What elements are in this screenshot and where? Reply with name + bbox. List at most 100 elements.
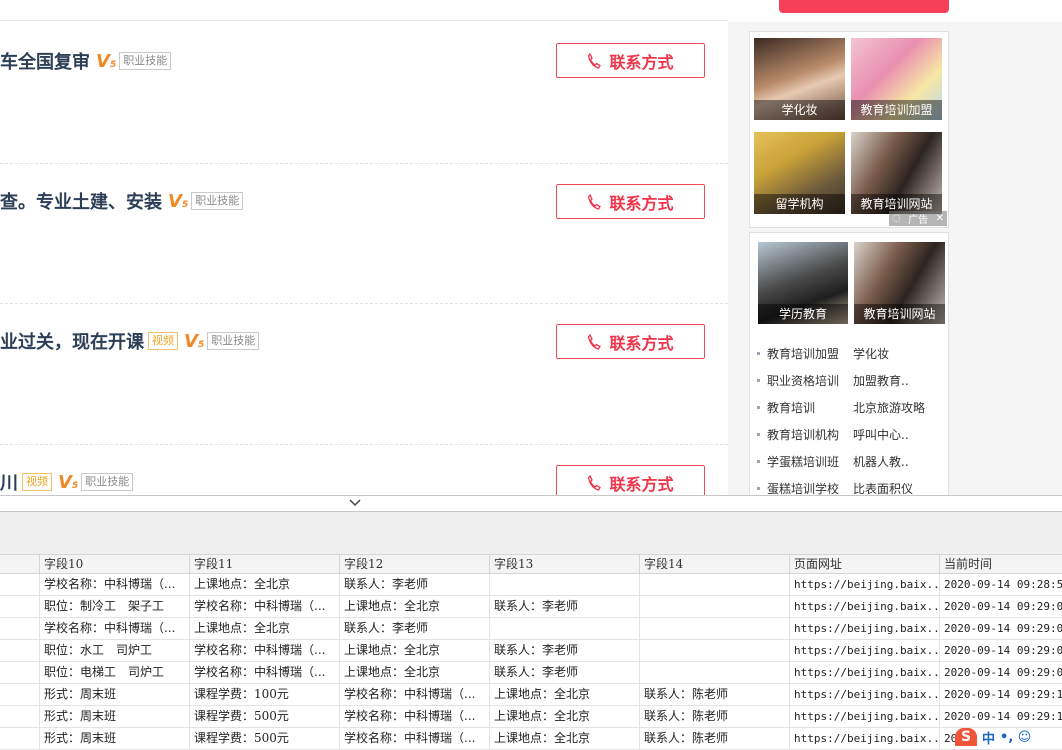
table-row[interactable]: 职位：电梯工 司炉工 学校名称：中科博瑞（... 上课地点：全北京 联系人：李老师 ht… (0, 662, 1062, 684)
table-cell[interactable] (489, 574, 640, 595)
table-cell[interactable]: 课程学费：100元 (189, 684, 340, 705)
sidebar-link[interactable]: 北京旅游攻略 (853, 399, 925, 416)
table-cell[interactable] (639, 574, 790, 595)
chevron-down-icon[interactable] (349, 499, 361, 507)
tray-icons[interactable]: •, ☺ (1000, 730, 1031, 745)
table-cell[interactable]: 2020-09-14 09:29:07. (939, 662, 1062, 683)
column-header[interactable]: 字段10 (39, 555, 190, 573)
table-row[interactable]: 职位：制冷工 架子工 学校名称：中科博瑞（... 上课地点：全北京 联系人：李老师 ht… (0, 596, 1062, 618)
table-cell[interactable]: 学校名称：中科博瑞（... (339, 706, 490, 727)
table-cell[interactable]: 联系人：李老师 (339, 574, 490, 595)
table-cell[interactable]: https://beijing.baix... (789, 574, 940, 595)
table-cell[interactable]: 联系人：陈老师 (639, 684, 790, 705)
listing-title[interactable]: 车全国复审 V5 职业技能 (0, 48, 172, 74)
sidebar-link[interactable]: 学化妆 (853, 345, 889, 362)
table-cell[interactable] (639, 596, 790, 617)
table-row[interactable]: 形式：周末班 课程学费：500元 学校名称：中科博瑞（... 上课地点：全北京 联系人：… (0, 706, 1062, 728)
table-cell[interactable]: 上课地点：全北京 (339, 662, 490, 683)
table-cell[interactable]: https://beijing.baix... (789, 640, 940, 661)
table-cell[interactable]: https://beijing.baix... (789, 662, 940, 683)
listing-title-text[interactable]: 川 (0, 469, 18, 495)
sidebar-link[interactable]: 蛋糕培训学校 (767, 480, 853, 495)
contact-button[interactable]: 联系方式 (556, 43, 705, 78)
column-header[interactable]: 字段14 (639, 555, 790, 573)
table-cell[interactable]: 职位：制冷工 架子工 (39, 596, 190, 617)
table-cell[interactable]: 2020-09-14 09:29:04. (939, 640, 1062, 661)
listing-title-text[interactable]: 车全国复审 (0, 48, 90, 74)
ime-lang-label[interactable]: 中 (982, 728, 995, 747)
sidebar-link[interactable]: 加盟教育.. (853, 372, 909, 389)
table-cell[interactable]: https://beijing.baix... (789, 596, 940, 617)
table-cell[interactable]: 学校名称：中科博瑞（... (339, 684, 490, 705)
close-icon[interactable]: ✕ (936, 213, 944, 224)
table-cell[interactable]: 联系人：李老师 (489, 662, 640, 683)
listing-title[interactable]: 川 视频 V5 职业技能 (0, 469, 134, 495)
table-cell[interactable] (639, 662, 790, 683)
table-cell[interactable]: 形式：周末班 (39, 706, 190, 727)
table-cell[interactable]: https://beijing.baix... (789, 706, 940, 727)
column-header[interactable]: 页面网址 (789, 555, 940, 573)
ime-icon[interactable]: S (955, 728, 977, 746)
table-row[interactable]: 学校名称：中科博瑞（... 上课地点：全北京 联系人：李老师 https://beij… (0, 574, 1062, 596)
column-header[interactable]: 字段13 (489, 555, 640, 573)
ad-thumb[interactable]: 教育培训网站 (854, 242, 945, 324)
top-red-button[interactable] (779, 0, 949, 13)
sidebar-link[interactable]: 教育培训 (767, 399, 853, 416)
table-cell[interactable]: 上课地点：全北京 (489, 706, 640, 727)
table-row[interactable]: 形式：周末班 课程学费：500元 学校名称：中科博瑞（... 上课地点：全北京 联系人：… (0, 728, 1062, 750)
table-cell[interactable]: 联系人：李老师 (489, 596, 640, 617)
table-cell[interactable]: 学校名称：中科博瑞（... (39, 618, 190, 639)
table-cell[interactable]: 联系人：陈老师 (639, 706, 790, 727)
ad-thumb[interactable]: 学历教育 (758, 242, 848, 324)
contact-button[interactable]: 联系方式 (556, 465, 705, 495)
table-cell[interactable] (639, 618, 790, 639)
table-cell[interactable] (639, 640, 790, 661)
sidebar-link[interactable]: 学蛋糕培训班 (767, 453, 853, 470)
column-header[interactable]: 字段11 (189, 555, 340, 573)
table-cell[interactable]: https://beijing.baix... (789, 618, 940, 639)
table-cell[interactable]: 上课地点：全北京 (489, 684, 640, 705)
table-cell[interactable]: 学校名称：中科博瑞（... (189, 596, 340, 617)
sidebar-link[interactable]: 教育培训加盟 (767, 345, 853, 362)
column-header[interactable]: 当前时间 (939, 555, 1062, 573)
listing-title[interactable]: 业过关，现在开课 视频 V5 职业技能 (0, 328, 260, 354)
sidebar-link[interactable]: 比表面积仪 (853, 480, 913, 495)
table-row[interactable]: 学校名称：中科博瑞（... 上课地点：全北京 联系人：李老师 https://beij… (0, 618, 1062, 640)
table-row[interactable]: 职位：水工 司炉工 学校名称：中科博瑞（... 上课地点：全北京 联系人：李老师 htt… (0, 640, 1062, 662)
table-cell[interactable]: 学校名称：中科博瑞（... (39, 574, 190, 595)
ad-thumb[interactable]: 教育培训网站 (851, 132, 942, 214)
table-cell[interactable]: 学校名称：中科博瑞（... (189, 662, 340, 683)
table-cell[interactable]: 2020-09-14 09:28:54. (939, 574, 1062, 595)
table-cell[interactable]: 上课地点：全北京 (339, 596, 490, 617)
ad-thumb[interactable]: 教育培训加盟 (851, 38, 942, 120)
ad-thumb[interactable]: 留学机构 (754, 132, 845, 214)
sidebar-link[interactable]: 呼叫中心.. (853, 426, 909, 443)
table-cell[interactable]: 上课地点：全北京 (339, 640, 490, 661)
table-cell[interactable]: 联系人：李老师 (489, 640, 640, 661)
table-cell[interactable]: 联系人：李老师 (339, 618, 490, 639)
table-cell[interactable]: https://beijing.baix... (789, 684, 940, 705)
table-cell[interactable]: 上课地点：全北京 (189, 574, 340, 595)
sidebar-link[interactable]: 职业资格培训 (767, 372, 853, 389)
table-cell[interactable]: 2020-09-14 09:29:14. (939, 706, 1062, 727)
table-cell[interactable]: 职位：电梯工 司炉工 (39, 662, 190, 683)
listing-title-text[interactable]: 查。专业土建、安装 (0, 188, 162, 214)
listing-title[interactable]: 查。专业土建、安装 V5 职业技能 (0, 188, 244, 214)
column-header[interactable]: 字段12 (339, 555, 490, 573)
panel-splitter[interactable] (0, 495, 1062, 512)
ad-thumb[interactable]: 学化妆 (754, 38, 845, 120)
table-cell[interactable]: 课程学费：500元 (189, 706, 340, 727)
table-cell[interactable]: 学校名称：中科博瑞（... (189, 640, 340, 661)
sidebar-link[interactable]: 机器人教.. (853, 453, 909, 470)
contact-button[interactable]: 联系方式 (556, 324, 705, 359)
listing-title-text[interactable]: 业过关，现在开课 (0, 328, 144, 354)
sidebar-link[interactable]: 教育培训机构 (767, 426, 853, 443)
ad-mark[interactable]: ◌ 广告 ✕ (889, 211, 947, 226)
table-cell[interactable]: 形式：周末班 (39, 684, 190, 705)
table-cell[interactable]: 2020-09-14 09:29:02. (939, 618, 1062, 639)
table-cell[interactable]: 职位：水工 司炉工 (39, 640, 190, 661)
contact-button[interactable]: 联系方式 (556, 184, 705, 219)
table-cell[interactable]: 上课地点：全北京 (189, 618, 340, 639)
table-row[interactable]: 形式：周末班 课程学费：100元 学校名称：中科博瑞（... 上课地点：全北京 联系人：… (0, 684, 1062, 706)
table-cell[interactable]: 2020-09-14 09:29:00. (939, 596, 1062, 617)
